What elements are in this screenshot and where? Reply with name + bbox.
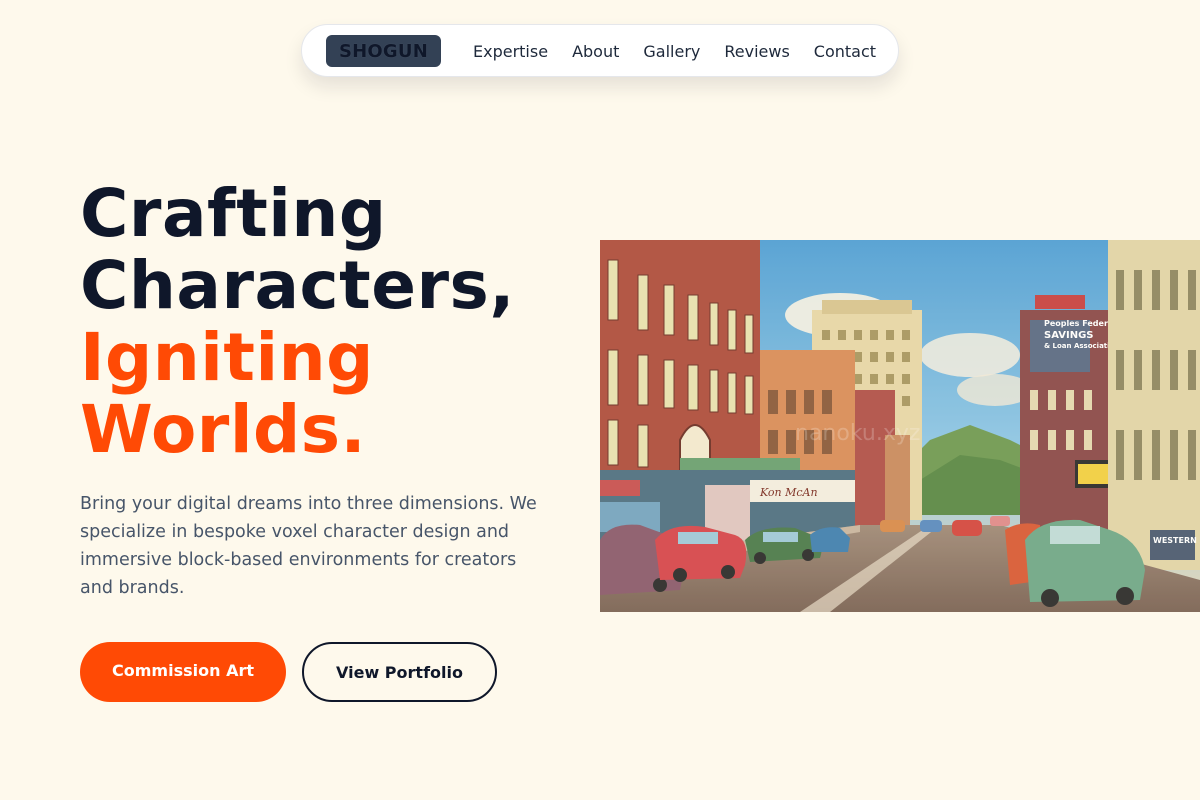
headline-accent-line-1: Igniting [80, 319, 374, 396]
nav-link-expertise[interactable]: Expertise [473, 42, 548, 61]
headline-accent-line-2: Worlds. [80, 391, 367, 468]
nav-link-contact[interactable]: Contact [814, 42, 876, 61]
top-navigation: SHOGUN Expertise About Gallery Reviews C… [301, 24, 899, 77]
landing-page: SHOGUN Expertise About Gallery Reviews C… [0, 0, 1200, 800]
site-logo[interactable]: SHOGUN [326, 35, 441, 67]
headline-line-2: Characters, [80, 247, 515, 324]
view-portfolio-button[interactable]: View Portfolio [302, 642, 497, 702]
nav-link-gallery[interactable]: Gallery [643, 42, 700, 61]
nav-link-reviews[interactable]: Reviews [724, 42, 789, 61]
nav-links: Expertise About Gallery Reviews Contact [473, 25, 876, 78]
hero-image: Kon McAn Peoples Federal SAVINGS & Loan … [600, 240, 1200, 612]
headline-line-1: Crafting [80, 175, 387, 252]
hero-description: Bring your digital dreams into three dim… [80, 494, 537, 598]
hero-headline: Crafting Characters, Igniting Worlds. [80, 178, 515, 466]
nav-link-about[interactable]: About [572, 42, 619, 61]
commission-art-button[interactable]: Commission Art [80, 642, 286, 702]
